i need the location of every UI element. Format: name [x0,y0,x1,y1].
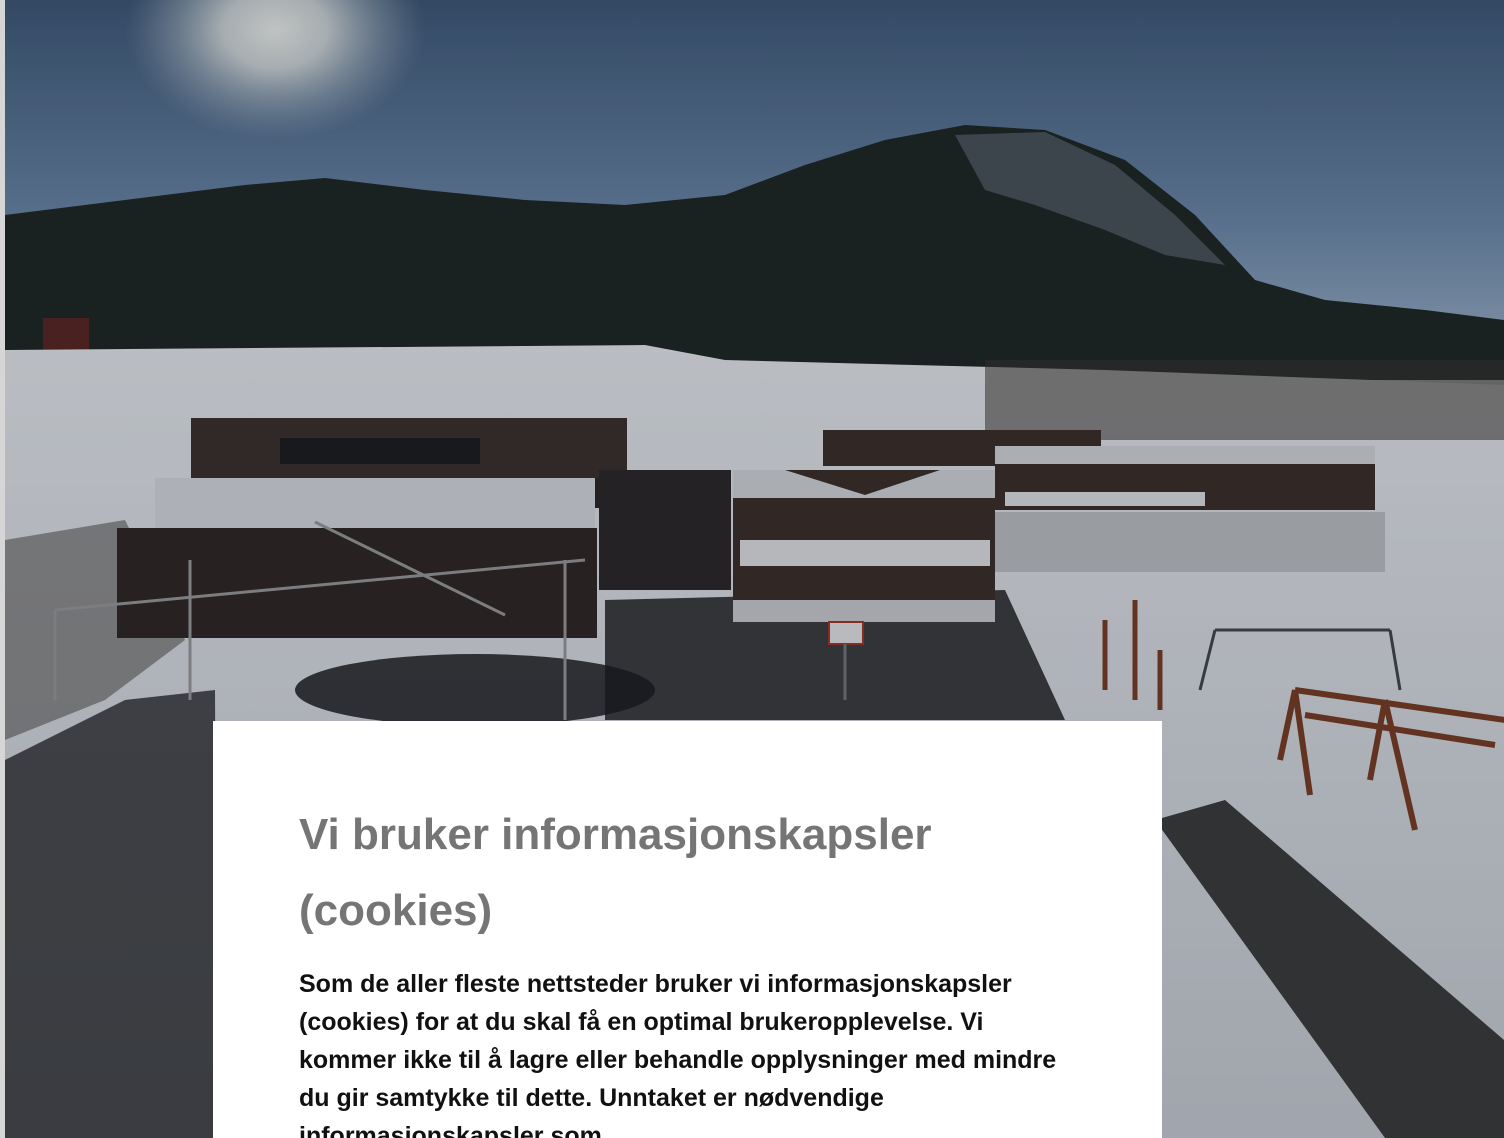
page: Vi bruker informasjonskapsler (cookies) … [0,0,1504,1138]
page-edge [0,0,5,1138]
cookie-dialog-title: Vi bruker informasjonskapsler (cookies) [299,810,932,935]
cookie-dialog-body: Som de aller fleste nettsteder bruker vi… [299,970,1057,1138]
cookie-consent-dialog: Vi bruker informasjonskapsler (cookies) … [213,721,1162,1138]
